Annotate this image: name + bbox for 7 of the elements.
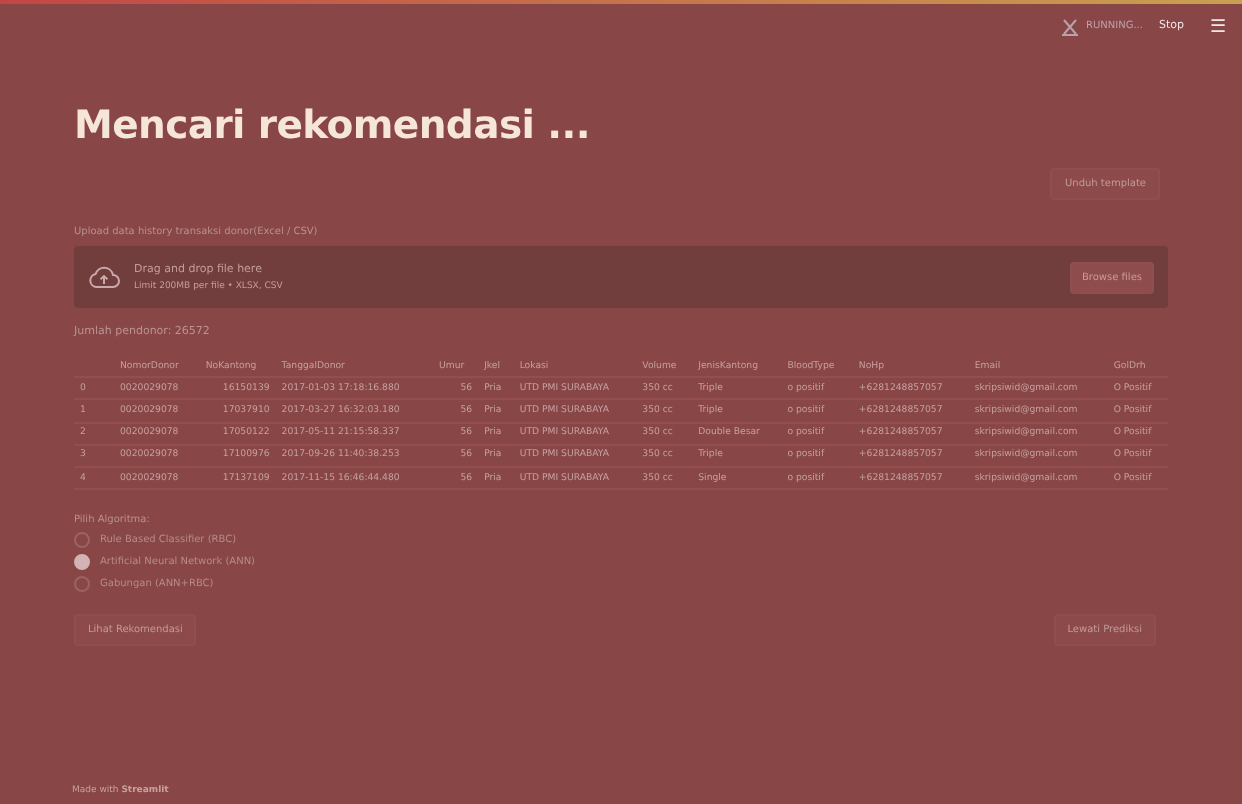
menu-button[interactable]: ☰	[1210, 17, 1226, 35]
page-title: Mencari rekomendasi ...	[74, 102, 592, 148]
cloud-upload-icon	[88, 265, 120, 289]
radio-button[interactable]	[74, 554, 90, 571]
radio-button[interactable]	[74, 532, 90, 549]
running-icon	[1060, 17, 1080, 35]
radio-button[interactable]	[74, 576, 90, 593]
